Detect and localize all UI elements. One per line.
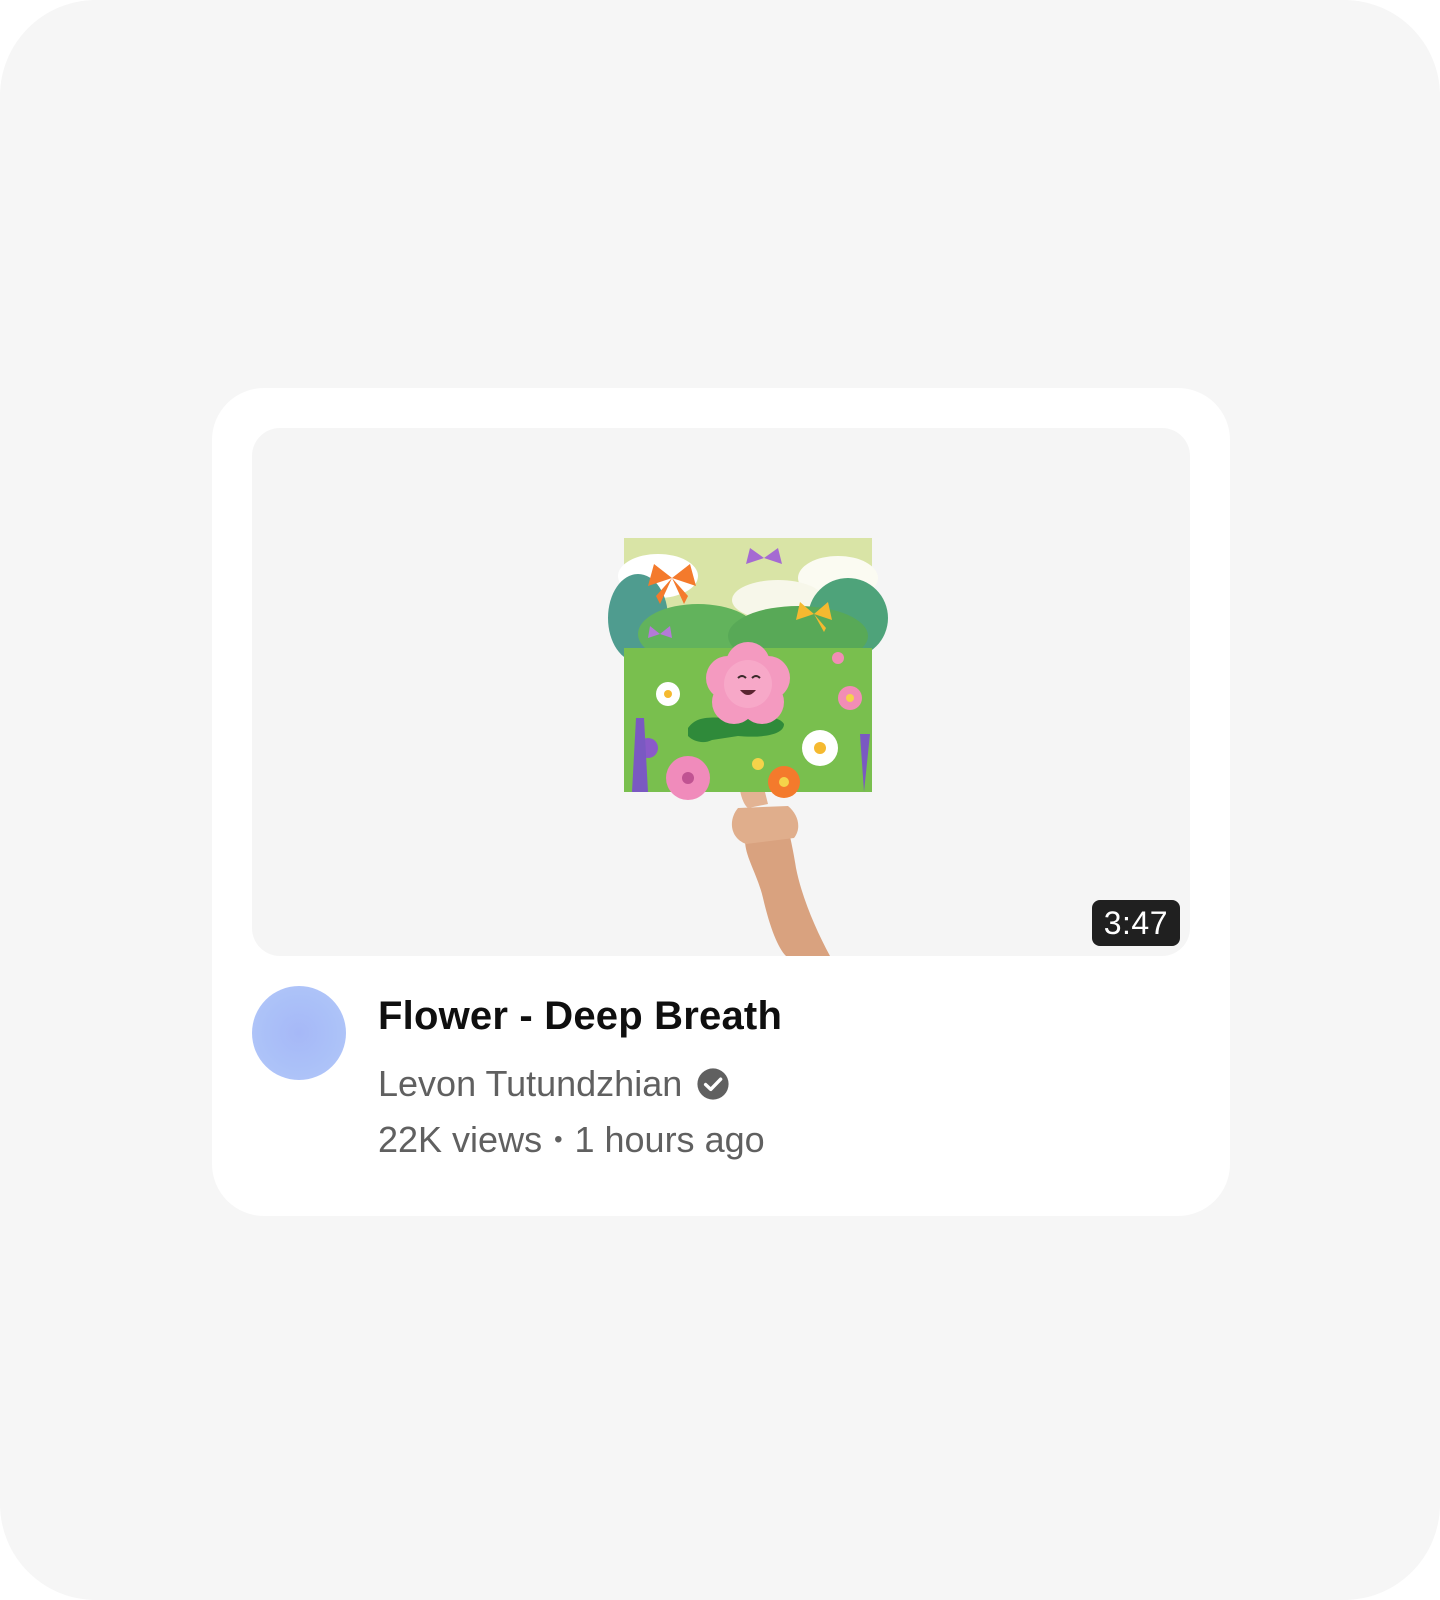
video-stats: 22K views • 1 hours ago: [378, 1118, 1178, 1162]
video-meta: Flower - Deep Breath Levon Tutundzhian 2…: [252, 986, 1190, 1186]
album-art-illustration: [608, 538, 888, 956]
video-thumbnail[interactable]: 3:47: [252, 428, 1190, 956]
duration-badge: 3:47: [1091, 900, 1180, 946]
video-title[interactable]: Flower - Deep Breath: [378, 992, 1178, 1040]
video-info: Flower - Deep Breath Levon Tutundzhian 2…: [378, 986, 1178, 1162]
channel-link[interactable]: Levon Tutundzhian: [378, 1062, 1178, 1106]
posted-time: 1 hours ago: [574, 1119, 765, 1160]
check-circle-icon: [696, 1067, 730, 1101]
video-card[interactable]: 3:47 Flower - Deep Breath Levon Tutundzh…: [212, 388, 1230, 1216]
view-count: 22K views: [378, 1119, 543, 1160]
page-background: 3:47 Flower - Deep Breath Levon Tutundzh…: [0, 0, 1440, 1600]
channel-avatar[interactable]: [252, 986, 346, 1080]
thumbnail-artwork: [588, 538, 908, 956]
channel-name[interactable]: Levon Tutundzhian: [378, 1062, 682, 1106]
stats-separator: •: [554, 1126, 563, 1153]
